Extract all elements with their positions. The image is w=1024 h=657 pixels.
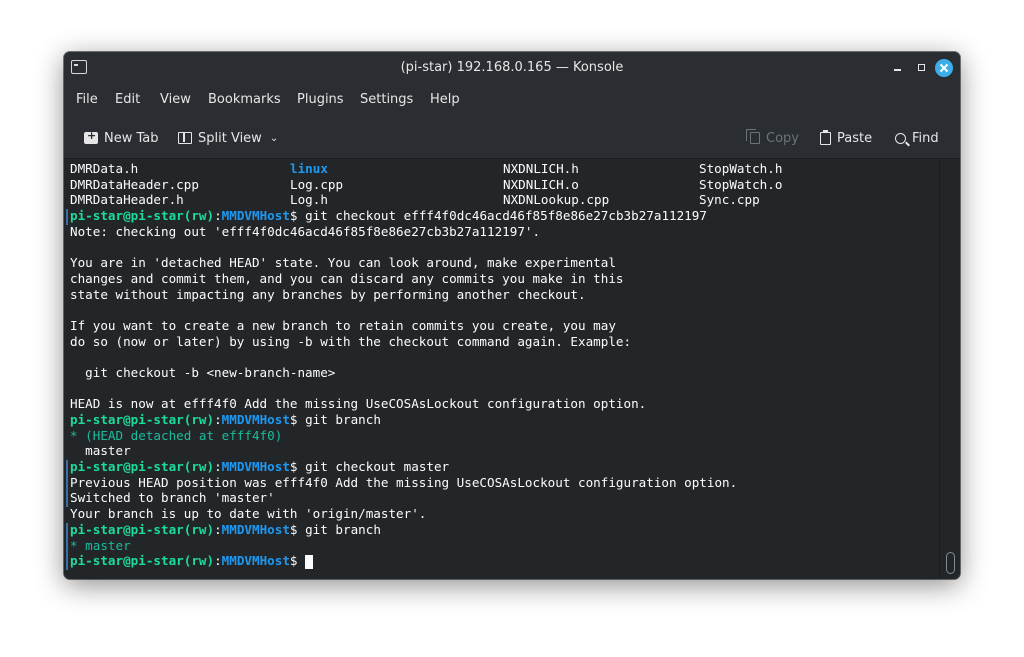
text-cursor [305,554,314,569]
split-view-label: Split View [198,130,262,146]
copy-label: Copy [766,130,799,146]
find-button[interactable]: Find [895,128,939,148]
paste-icon [820,129,831,145]
terminal-output: DMRData.h linux NXDNLICH.h StopWatch.h DMRD… [70,161,783,569]
paste-button[interactable]: Paste [820,128,872,148]
output-line: HEAD is now at efff4f0 Add the missing U… [70,396,647,412]
close-button[interactable] [935,59,953,77]
konsole-window: (pi-star) 192.168.0.165 — Konsole File E… [64,52,960,579]
window-title: (pi-star) 192.168.0.165 — Konsole [400,60,624,75]
menu-bookmarks[interactable]: Bookmarks [208,92,281,107]
menu-help[interactable]: Help [430,92,460,107]
copy-icon [746,129,760,144]
output-line: state without impacting any branches by … [70,286,586,302]
ls-row: DMRDataHeader.cpp Log.cpp NXDNLICH.o StopWa… [70,176,783,192]
maximize-button[interactable] [914,60,930,76]
menu-file[interactable]: File [76,92,98,107]
command-marker [66,523,68,570]
copy-button[interactable]: Copy [746,128,799,148]
paste-label: Paste [837,130,873,146]
new-tab-label: New Tab [104,130,159,146]
find-icon [895,132,906,144]
title-bar[interactable]: (pi-star) 192.168.0.165 — Konsole [64,52,960,84]
ls-row: DMRData.h linux NXDNLICH.h StopWatch.h [70,161,783,176]
command-marker [66,460,68,507]
output-line: If you want to create a new branch to re… [70,317,616,333]
output-line: You are in 'detached HEAD' state. You ca… [70,255,616,271]
vertical-scrollbar[interactable] [939,159,960,579]
toolbar: New Tab Split View ⌄ Copy Paste Find [64,116,960,159]
output-line: git checkout -b <new-branch-name> [70,364,336,380]
chevron-down-icon: ⌄ [269,132,279,144]
active-prompt-line: pi-star@pi-star(rw):MMDVMHost$ [70,553,737,569]
output-line: * (HEAD detached at efff4f0) [70,427,283,443]
split-view-icon [178,132,192,144]
menu-edit[interactable]: Edit [115,92,140,107]
menu-settings[interactable]: Settings [360,92,413,107]
output-line: * master [70,537,131,553]
output-line: master [70,443,131,459]
find-label: Find [912,130,939,146]
prompt-line: pi-star@pi-star(rw):MMDVMHost$ git branc… [70,521,381,537]
menu-plugins[interactable]: Plugins [297,92,344,107]
output-line: Switched to branch 'master' [70,490,275,506]
new-tab-icon [84,129,98,144]
prompt-line: pi-star@pi-star(rw):MMDVMHost$ git check… [70,459,450,475]
menu-view[interactable]: View [160,92,191,107]
prompt-line: pi-star@pi-star(rw):MMDVMHost$ git branc… [70,412,381,427]
menu-bar: File Edit View Bookmarks Plugins Setting… [64,84,960,116]
output-line: Your branch is up to date with 'origin/m… [70,506,427,522]
command-marker [66,209,68,225]
terminal-view[interactable]: DMRData.h linux NXDNLICH.h StopWatch.h DMRD… [64,159,939,579]
split-view-button[interactable]: Split View ⌄ [178,128,278,148]
minimize-button[interactable] [890,60,906,76]
new-tab-button[interactable]: New Tab [84,128,159,148]
output-line: Note: checking out 'efff4f0dc46acd46f85f… [70,223,541,239]
scrollbar-thumb[interactable] [946,552,955,574]
output-line: changes and commit them, and you can dis… [70,270,624,286]
ls-row: DMRDataHeader.h Log.h NXDNLookup.cpp Sync.c… [70,192,760,208]
prompt-line: pi-star@pi-star(rw):MMDVMHost$ git check… [70,208,707,224]
output-line: do so (now or later) by using -b with th… [70,333,632,349]
output-line: Previous HEAD position was efff4f0 Add t… [70,474,738,490]
